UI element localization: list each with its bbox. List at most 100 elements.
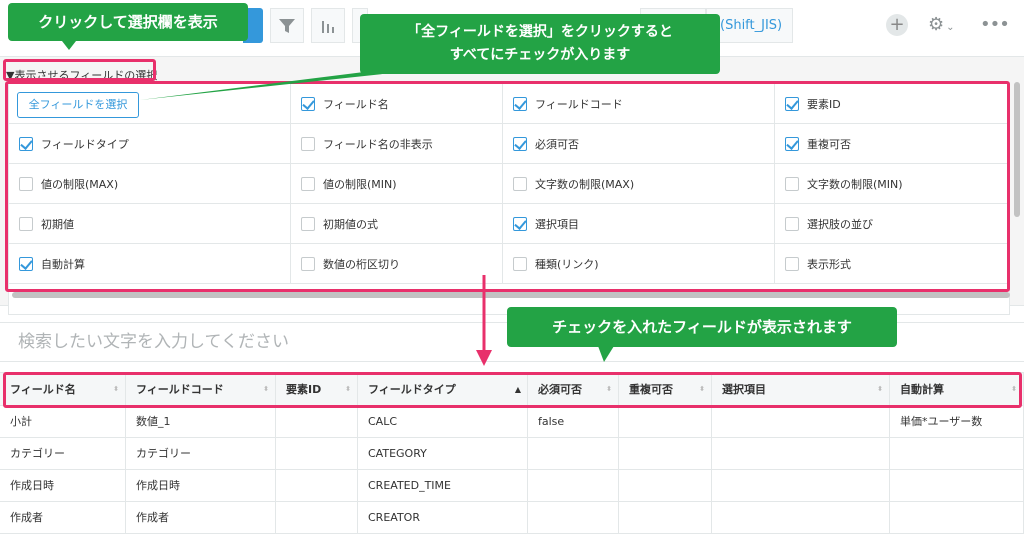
field-option-label: 種類(リンク) <box>535 258 599 271</box>
field-option[interactable]: 値の制限(MIN) <box>291 164 503 204</box>
plus-icon: + <box>889 14 905 35</box>
field-checkbox[interactable] <box>513 217 527 231</box>
sort-icon[interactable]: ⬍ <box>263 373 269 406</box>
sort-icon[interactable]: ⬍ <box>345 373 351 406</box>
field-checkbox[interactable] <box>785 257 799 271</box>
column-header[interactable]: 重複可否 ⬍ <box>619 373 712 406</box>
field-option[interactable]: フィールド名 <box>291 84 503 124</box>
field-option[interactable]: 要素ID <box>775 84 1009 124</box>
sort-icon[interactable]: ⬍ <box>113 373 119 406</box>
field-checkbox[interactable] <box>785 217 799 231</box>
field-option[interactable]: フィールドコード <box>503 84 775 124</box>
field-option[interactable]: フィールド名の非表示 <box>291 124 503 164</box>
field-option[interactable]: 自動計算 <box>9 244 291 284</box>
field-option[interactable]: 初期値の式 <box>291 204 503 244</box>
field-option[interactable]: 必須可否 <box>503 124 775 164</box>
table-row[interactable]: 作成日時 作成日時 CREATED_TIME <box>0 470 1024 502</box>
field-option-label: 文字数の制限(MIN) <box>807 178 903 191</box>
field-option-label: 選択項目 <box>535 218 579 231</box>
field-option[interactable]: 初期値 <box>9 204 291 244</box>
chevron-down-icon: ⌄ <box>946 22 955 33</box>
field-selection-row: フィールドタイプ フィールド名の非表示 必須可否 重複可否 <box>9 124 1009 164</box>
field-checkbox[interactable] <box>301 177 315 191</box>
field-checkbox[interactable] <box>301 97 315 111</box>
column-header[interactable]: 必須可否 ⬍ <box>528 373 619 406</box>
sort-icon[interactable]: ⬍ <box>877 373 883 406</box>
table-cell <box>712 502 890 533</box>
field-option-label: 文字数の制限(MAX) <box>535 178 635 191</box>
bar-chart-icon <box>322 20 334 33</box>
table-cell: 小計 <box>0 406 126 437</box>
field-checkbox[interactable] <box>301 217 315 231</box>
sort-icon[interactable]: ⬍ <box>699 373 705 406</box>
graph-button[interactable] <box>311 8 345 43</box>
table-cell: CALC <box>358 406 528 437</box>
column-header[interactable]: 要素ID ⬍ <box>276 373 358 406</box>
table-cell <box>528 470 619 501</box>
table-cell <box>619 502 712 533</box>
table-cell <box>712 406 890 437</box>
more-options-button[interactable]: ••• <box>980 12 1010 38</box>
field-option[interactable]: 文字数の制限(MIN) <box>775 164 1009 204</box>
sort-ascending-icon[interactable]: ▲ <box>515 373 521 406</box>
field-checkbox[interactable] <box>19 257 33 271</box>
column-header[interactable]: フィールドタイプ ▲ <box>358 373 528 406</box>
table-cell <box>276 502 358 533</box>
vertical-scrollbar[interactable] <box>1014 82 1020 217</box>
table-cell: 単価*ユーザー数 <box>890 406 1024 437</box>
field-checkbox[interactable] <box>19 217 33 231</box>
field-option-label: 値の制限(MAX) <box>41 178 119 191</box>
field-checkbox[interactable] <box>785 177 799 191</box>
table-cell <box>528 502 619 533</box>
column-header[interactable]: 自動計算 ⬍ <box>890 373 1024 406</box>
field-option-label: 必須可否 <box>535 138 579 151</box>
field-checkbox[interactable] <box>301 257 315 271</box>
field-option[interactable]: 全フィールドを選択 <box>9 84 291 124</box>
column-header-label: フィールドコード <box>136 383 224 396</box>
column-header[interactable]: フィールド名 ⬍ <box>0 373 126 406</box>
field-option[interactable]: 種類(リンク) <box>503 244 775 284</box>
field-checkbox[interactable] <box>785 97 799 111</box>
table-row[interactable]: カテゴリー カテゴリー CATEGORY <box>0 438 1024 470</box>
field-checkbox[interactable] <box>785 137 799 151</box>
column-header-label: 必須可否 <box>538 383 582 396</box>
sort-icon[interactable]: ⬍ <box>1011 373 1017 406</box>
field-selection-toggle[interactable]: ▼表示させるフィールドの選択 <box>6 67 157 83</box>
add-record-button[interactable]: + <box>886 14 908 36</box>
table-row[interactable]: 小計 数値_1 CALC false 単価*ユーザー数 <box>0 406 1024 438</box>
field-checkbox[interactable] <box>513 97 527 111</box>
field-option[interactable]: 重複可否 <box>775 124 1009 164</box>
field-option[interactable]: 表示形式 <box>775 244 1009 284</box>
table-cell: CATEGORY <box>358 438 528 469</box>
settings-button[interactable]: ⚙ ⌄ <box>928 12 958 38</box>
sort-icon[interactable]: ⬍ <box>606 373 612 406</box>
field-option[interactable]: 値の制限(MAX) <box>9 164 291 204</box>
table-cell: false <box>528 406 619 437</box>
field-checkbox[interactable] <box>301 137 315 151</box>
table-cell <box>712 470 890 501</box>
field-checkbox[interactable] <box>19 177 33 191</box>
field-option-label: 値の制限(MIN) <box>323 178 397 191</box>
field-checkbox[interactable] <box>513 177 527 191</box>
field-option[interactable]: フィールドタイプ <box>9 124 291 164</box>
column-header[interactable]: フィールドコード ⬍ <box>126 373 276 406</box>
field-option-label: フィールドタイプ <box>41 138 129 151</box>
field-checkbox[interactable] <box>19 137 33 151</box>
column-header[interactable]: 選択項目 ⬍ <box>712 373 890 406</box>
field-option[interactable]: 文字数の制限(MAX) <box>503 164 775 204</box>
filter-icon <box>279 18 295 33</box>
table-cell <box>276 470 358 501</box>
field-option[interactable]: 数値の桁区切り <box>291 244 503 284</box>
filter-button[interactable] <box>270 8 304 43</box>
column-header-label: フィールドタイプ <box>368 383 456 396</box>
table-row[interactable]: 作成者 作成者 CREATOR <box>0 502 1024 534</box>
field-option[interactable]: 選択肢の並び <box>775 204 1009 244</box>
field-checkbox[interactable] <box>513 257 527 271</box>
field-checkbox[interactable] <box>513 137 527 151</box>
column-header-label: 重複可否 <box>629 383 673 396</box>
field-option[interactable]: 選択項目 <box>503 204 775 244</box>
select-all-fields-button[interactable]: 全フィールドを選択 <box>17 92 139 118</box>
horizontal-scrollbar[interactable] <box>12 292 1010 298</box>
table-cell <box>712 438 890 469</box>
table-cell: 数値_1 <box>126 406 276 437</box>
